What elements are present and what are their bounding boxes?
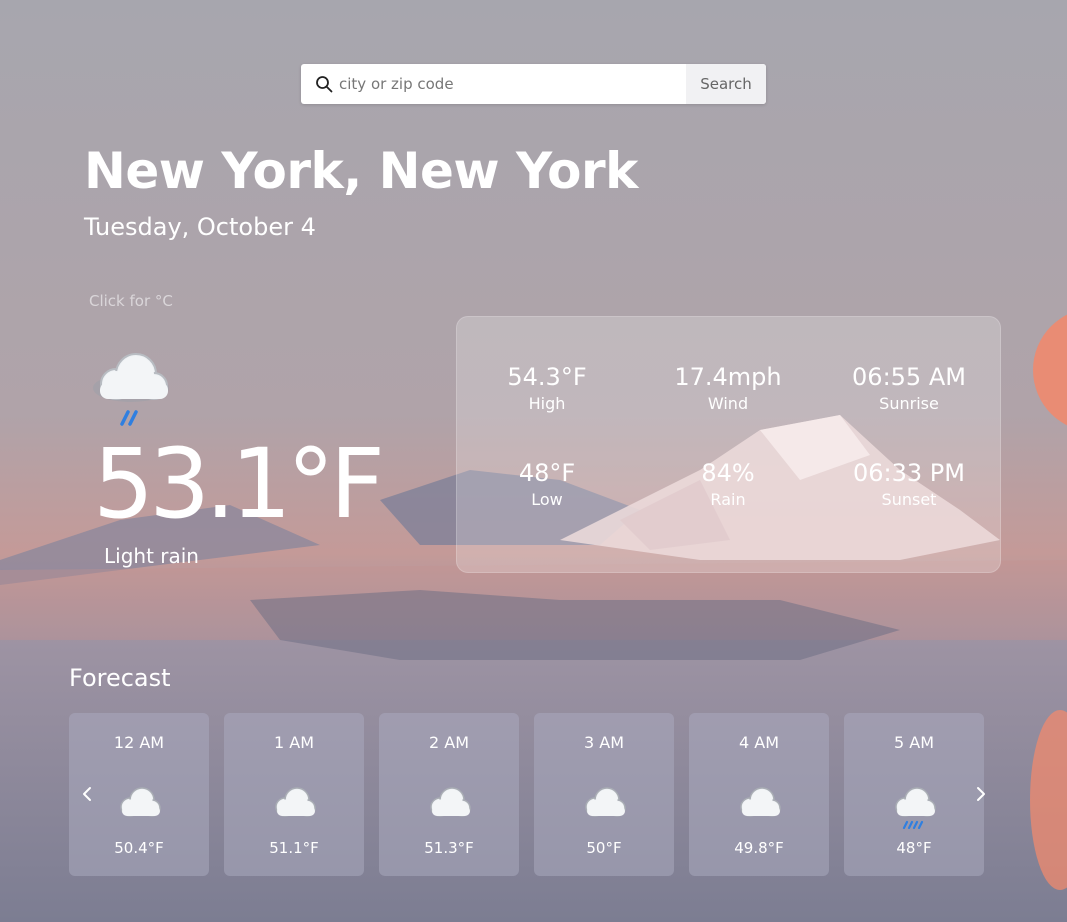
search-input[interactable] — [339, 64, 684, 104]
cloud-icon — [275, 787, 316, 817]
current-date: Tuesday, October 4 — [84, 213, 316, 241]
forecast-temp: 50.4°F — [114, 839, 164, 857]
search-button[interactable]: Search — [686, 64, 766, 104]
forecast-item: 5 AM 48°F — [844, 713, 984, 876]
stat-label: Rain — [710, 490, 746, 509]
details-card: 54.3°F High 17.4mph Wind 06:55 AM Sunris… — [456, 316, 1001, 573]
stat-wind: 17.4mph Wind — [638, 362, 818, 413]
stat-label: Wind — [707, 394, 749, 413]
stat-value: 06:55 AM — [852, 363, 966, 391]
stat-value: 17.4mph — [674, 363, 782, 391]
current-temperature: 53.1°F — [93, 428, 385, 540]
stat-sunrise: 06:55 AM Sunrise — [819, 362, 999, 413]
stat-sunset: 06:33 PM Sunset — [819, 458, 999, 509]
cloud-icon — [430, 787, 471, 817]
forecast-time: 4 AM — [738, 733, 779, 752]
forecast-time: 3 AM — [583, 733, 624, 752]
forecast-title: Forecast — [69, 664, 171, 692]
stat-value: 54.3°F — [507, 363, 587, 391]
forecast-item: 4 AM 49.8°F — [689, 713, 829, 876]
forecast-item: 1 AM 51.1°F — [224, 713, 364, 876]
stat-value: 48°F — [518, 459, 576, 487]
city-title: New York, New York — [84, 142, 638, 200]
stat-value: 84% — [701, 459, 755, 487]
stat-low: 48°F Low — [457, 458, 637, 509]
forecast-item: 2 AM 51.3°F — [379, 713, 519, 876]
forecast-temp: 49.8°F — [734, 839, 784, 857]
cloud-icon — [740, 787, 781, 817]
forecast-time: 1 AM — [273, 733, 314, 752]
stat-value: 06:33 PM — [853, 459, 965, 487]
rain-icon — [895, 787, 936, 829]
forecast-temp: 51.1°F — [269, 839, 319, 857]
forecast-temp: 51.3°F — [424, 839, 474, 857]
stat-label: High — [528, 394, 566, 413]
chevron-right-icon[interactable] — [974, 783, 988, 805]
stat-rain: 84% Rain — [638, 458, 818, 509]
forecast-temp: 50°F — [586, 839, 622, 857]
light-rain-icon — [93, 353, 169, 426]
stat-label: Low — [531, 490, 563, 509]
stat-label: Sunset — [881, 490, 937, 509]
cloud-icon — [120, 787, 161, 817]
current-condition: Light rain — [104, 544, 199, 568]
search-icon — [316, 76, 333, 93]
forecast-time: 5 AM — [893, 733, 934, 752]
forecast-item: 3 AM 50°F — [534, 713, 674, 876]
forecast-time: 12 AM — [113, 733, 165, 752]
unit-toggle[interactable]: Click for °C — [89, 292, 173, 310]
stat-high: 54.3°F High — [457, 362, 637, 413]
search-bar: Search — [301, 64, 766, 104]
chevron-left-icon[interactable] — [80, 783, 94, 805]
forecast-time: 2 AM — [428, 733, 469, 752]
stat-label: Sunrise — [879, 394, 939, 413]
cloud-icon — [585, 787, 626, 817]
forecast-temp: 48°F — [896, 839, 932, 857]
